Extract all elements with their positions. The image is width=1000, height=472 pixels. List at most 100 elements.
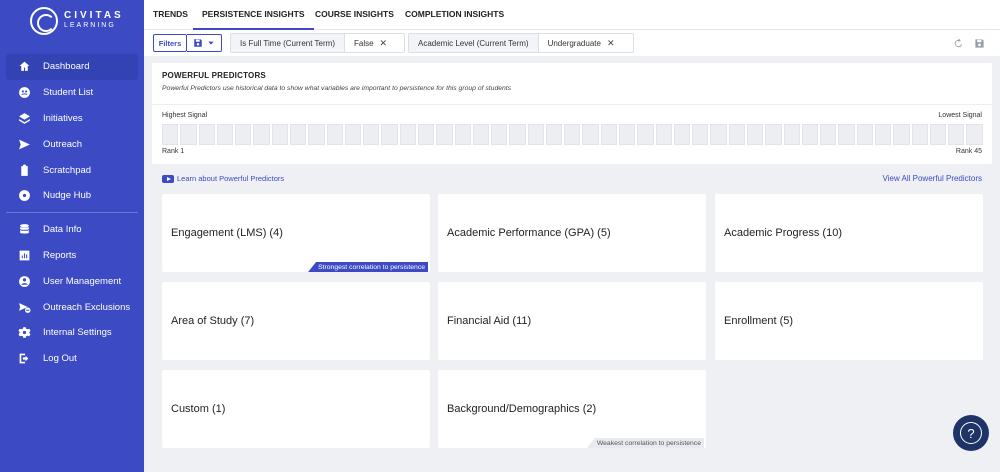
signal-rank-bar[interactable] — [874, 124, 892, 145]
tab-trends[interactable]: TRENDS — [144, 0, 197, 30]
remove-filter-icon[interactable]: ✕ — [607, 38, 615, 49]
signal-rank-bar[interactable] — [801, 124, 819, 145]
home-icon — [18, 60, 31, 73]
category-card-title: Enrollment (5) — [724, 315, 794, 327]
signal-rank-bar[interactable] — [253, 124, 270, 145]
signal-rank-bar[interactable] — [271, 124, 288, 145]
tab-completion-insights[interactable]: COMPLETION INSIGHTS — [396, 0, 513, 30]
sidebar-item-label: Outreach Exclusions — [43, 301, 131, 313]
panel-divider — [152, 104, 992, 105]
signal-rank-bar[interactable] — [637, 124, 654, 145]
signal-rank-bar[interactable] — [911, 124, 928, 145]
sidebar-item-internal-settings[interactable]: Internal Settings — [0, 320, 144, 346]
civitas-logo[interactable]: CIVITAS LEARNING — [30, 6, 121, 36]
signal-rank-bar[interactable] — [783, 124, 800, 145]
insights-tabs: TRENDS PERSISTENCE INSIGHTS COURSE INSIG… — [144, 0, 1000, 30]
category-card-academic-performance[interactable]: Academic Performance (GPA) (5) — [438, 194, 706, 272]
sidebar-item-scratchpad[interactable]: Scratchpad — [0, 157, 144, 183]
clipboard-icon — [18, 164, 31, 177]
send-icon — [18, 138, 31, 151]
category-card-engagement[interactable]: Engagement (LMS) (4) Strongest correlati… — [162, 194, 430, 272]
sidebar-item-outreach-exclusions[interactable]: Outreach Exclusions — [0, 294, 144, 320]
filters-button[interactable]: Filters — [153, 34, 187, 52]
filter-chip-key: Academic Level (Current Term) — [409, 34, 539, 52]
signal-rank-bar[interactable] — [308, 124, 325, 145]
signal-rank-bar[interactable] — [491, 124, 508, 145]
tab-persistence-insights[interactable]: PERSISTENCE INSIGHTS — [193, 0, 314, 30]
signal-rank-bar[interactable] — [893, 124, 910, 145]
signal-rank-bar[interactable] — [692, 124, 709, 145]
filter-chip-value-text: Undergraduate — [547, 38, 601, 48]
category-card-title: Engagement (LMS) (4) — [171, 227, 283, 239]
refresh-icon[interactable] — [951, 36, 965, 50]
signal-rank-bar[interactable] — [399, 124, 416, 145]
signal-rank-bar[interactable] — [344, 124, 362, 145]
category-card-title: Academic Progress (10) — [724, 227, 842, 239]
signal-rank-bar[interactable] — [454, 124, 471, 145]
sidebar-item-reports[interactable]: Reports — [0, 243, 144, 269]
view-all-predictors-link[interactable]: View All Powerful Predictors — [883, 174, 982, 183]
signal-rank-bar[interactable] — [747, 124, 764, 145]
signal-rank-bar[interactable] — [929, 124, 947, 145]
signal-rank-bar[interactable] — [381, 124, 398, 145]
signal-rank-bar[interactable] — [417, 124, 435, 145]
signal-rank-bar[interactable] — [600, 124, 618, 145]
civitas-logo-icon — [30, 7, 58, 35]
signal-rank-bar[interactable] — [472, 124, 490, 145]
signal-rank-bar[interactable] — [619, 124, 636, 145]
sidebar-item-dashboard[interactable]: Dashboard — [6, 54, 138, 80]
sidebar-item-user-management[interactable]: User Management — [0, 268, 144, 294]
sidebar-item-label: Internal Settings — [43, 327, 112, 339]
learn-link-text: Learn about Powerful Predictors — [177, 174, 285, 183]
signal-rank-bar[interactable] — [948, 124, 965, 145]
category-card-enrollment[interactable]: Enrollment (5) — [715, 282, 983, 360]
help-button[interactable]: ? — [953, 415, 989, 451]
signal-rank-bar[interactable] — [765, 124, 782, 145]
category-card-financial-aid[interactable]: Financial Aid (11) — [438, 282, 706, 360]
remove-filter-icon[interactable]: ✕ — [380, 38, 388, 49]
powerful-predictors-panel: POWERFUL PREDICTORS Powerful Predictors … — [152, 63, 992, 164]
exclusions-icon — [18, 301, 31, 314]
learn-powerful-predictors-link[interactable]: Learn about Powerful Predictors — [162, 174, 284, 183]
save-icon — [194, 39, 202, 47]
sidebar-item-outreach[interactable]: Outreach — [0, 131, 144, 157]
signal-rank-bar[interactable] — [838, 124, 855, 145]
signal-rank-bar[interactable] — [673, 124, 691, 145]
signal-rank-bar[interactable] — [710, 124, 727, 145]
signal-rank-bar[interactable] — [966, 124, 983, 145]
signal-rank-bar[interactable] — [856, 124, 873, 145]
sidebar: CIVITAS LEARNING Dashboard Student List … — [0, 0, 144, 472]
panel-title: POWERFUL PREDICTORS — [162, 71, 266, 80]
signal-rank-bar[interactable] — [180, 124, 197, 145]
save-filter-button[interactable] — [187, 34, 222, 52]
tab-course-insights[interactable]: COURSE INSIGHTS — [306, 0, 403, 30]
category-card-background-demographics[interactable]: Background/Demographics (2) Weakest corr… — [438, 370, 706, 448]
signal-rank-bar[interactable] — [436, 124, 453, 145]
signal-rank-bar[interactable] — [509, 124, 526, 145]
sidebar-item-nudge-hub[interactable]: Nudge Hub — [0, 183, 144, 209]
signal-rank-bar[interactable] — [545, 124, 563, 145]
category-card-custom[interactable]: Custom (1) — [162, 370, 430, 448]
signal-rank-bar[interactable] — [527, 124, 544, 145]
category-card-academic-progress[interactable]: Academic Progress (10) — [715, 194, 983, 272]
signal-rank-bar[interactable] — [289, 124, 307, 145]
filter-bar: Filters Is Full Time (Current Term) Fals… — [144, 30, 1000, 56]
save-view-icon[interactable] — [972, 36, 986, 50]
signal-rank-bar[interactable] — [564, 124, 581, 145]
signal-rank-bar[interactable] — [235, 124, 252, 145]
signal-rank-bar[interactable] — [655, 124, 672, 145]
sidebar-item-log-out[interactable]: Log Out — [0, 346, 144, 372]
signal-rank-bar[interactable] — [820, 124, 837, 145]
sidebar-item-label: Dashboard — [43, 61, 90, 73]
category-card-area-of-study[interactable]: Area of Study (7) — [162, 282, 430, 360]
signal-rank-bar[interactable] — [728, 124, 745, 145]
sidebar-item-student-list[interactable]: Student List — [0, 80, 144, 106]
signal-rank-bar[interactable] — [162, 124, 179, 145]
signal-rank-bar[interactable] — [363, 124, 380, 145]
signal-rank-bar[interactable] — [198, 124, 215, 145]
signal-rank-bar[interactable] — [326, 124, 343, 145]
signal-rank-bar[interactable] — [582, 124, 599, 145]
sidebar-item-data-info[interactable]: Data Info — [0, 217, 144, 243]
sidebar-item-initiatives[interactable]: Initiatives — [0, 106, 144, 132]
signal-rank-bar[interactable] — [216, 124, 234, 145]
